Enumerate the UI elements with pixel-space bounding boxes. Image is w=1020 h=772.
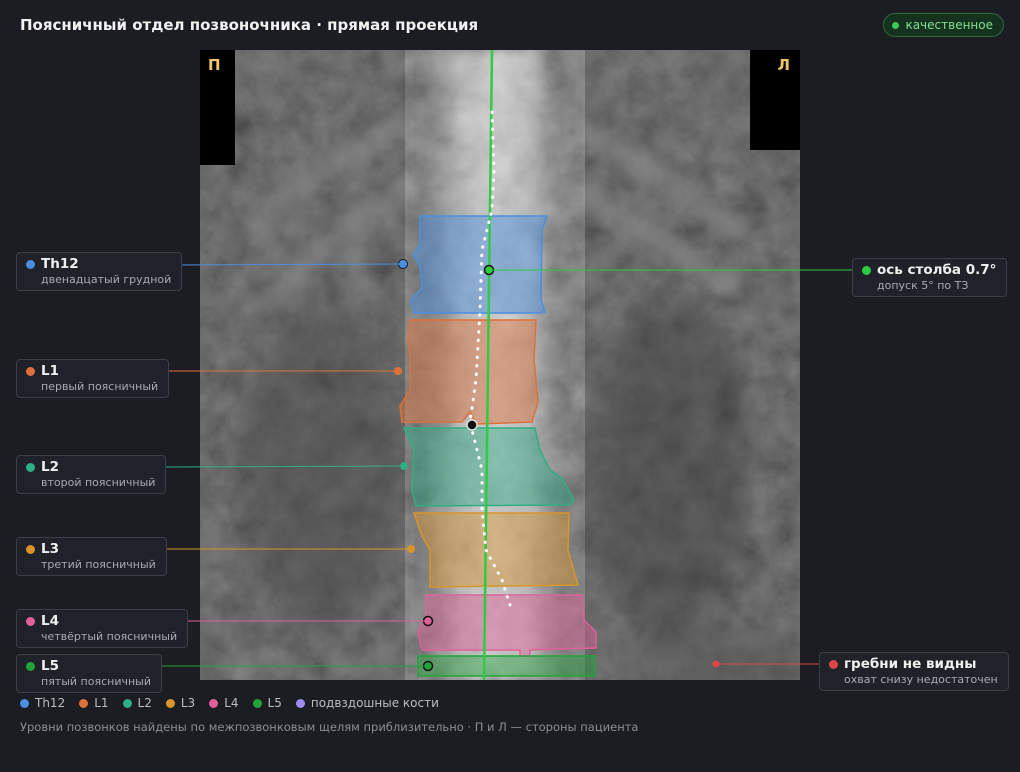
vertebra-card-description: пятый поясничный (41, 675, 151, 688)
l3-color-dot-icon (26, 544, 35, 554)
vertebra-card-label: L2 (41, 459, 59, 475)
th12-color-dot-icon (26, 259, 35, 269)
l4-legend-dot-icon (209, 698, 219, 708)
vertebra-card-label: L3 (41, 541, 59, 557)
vertebra-card-label: L1 (41, 363, 59, 379)
legend-item-l5[interactable]: L5 (252, 696, 282, 710)
vertebra-card-description: четвёртый поясничный (41, 630, 178, 643)
legend-item-label: L5 (267, 696, 282, 710)
vertebra-card-l2[interactable]: L2 второй поясничный (16, 455, 167, 494)
vertebra-card-l4[interactable]: L4 четвёртый поясничный (16, 609, 189, 648)
vertebra-card-th12[interactable]: Th12 двенадцатый грудной (16, 252, 183, 291)
legend-item-label: Th12 (35, 696, 66, 710)
vertebra-card-description: двенадцатый грудной (41, 273, 172, 286)
legend-item-l3[interactable]: L3 (165, 696, 196, 710)
iliac-color-dot-icon (829, 659, 838, 669)
vertebra-card-l1[interactable]: L1 первый поясничный (16, 359, 170, 398)
footnote: Уровни позвонков найдены по межпозвонков… (20, 720, 639, 734)
l1-legend-dot-icon (79, 698, 89, 708)
color-legend: Th12 L1 L2 L3 L4 L5 подвздошные кости (20, 696, 439, 710)
iliac-legend-dot-icon (295, 698, 305, 708)
legend-item-l4[interactable]: L4 (209, 696, 239, 710)
vertebra-card-label: L4 (41, 613, 59, 629)
legend-item-label: L3 (180, 696, 196, 710)
legend-item-label: L1 (94, 696, 109, 710)
legend-item-l1[interactable]: L1 (79, 696, 109, 710)
vertebra-card-l5[interactable]: L5 пятый поясничный (16, 654, 162, 693)
l2-color-dot-icon (26, 462, 35, 472)
l5-color-dot-icon (26, 661, 35, 671)
legend-item-label: L4 (224, 696, 239, 710)
vertebra-card-description: второй поясничный (41, 476, 156, 489)
legend-item-th12[interactable]: Th12 (20, 696, 65, 710)
vertebra-card-description: первый поясничный (41, 380, 159, 393)
axis-color-dot-icon (862, 265, 871, 275)
vertebra-card-l3[interactable]: L3 третий поясничный (16, 537, 167, 576)
l3-legend-dot-icon (165, 698, 175, 708)
iliac-crest-note: охват снизу недостаточен (844, 673, 998, 686)
l4-color-dot-icon (26, 616, 35, 626)
vertebra-card-label: L5 (41, 658, 59, 674)
vertebra-card-description: третий поясничный (41, 558, 156, 571)
legend-item-iliac[interactable]: подвздошные кости (295, 696, 439, 710)
vertebra-card-label: Th12 (41, 256, 79, 272)
th12-legend-dot-icon (20, 698, 29, 708)
l2-legend-dot-icon (122, 698, 132, 708)
axis-tolerance-note: допуск 5° по ТЗ (877, 279, 969, 292)
legend-item-label: L2 (137, 696, 152, 710)
axis-angle-label: ось столба 0.7° (877, 262, 997, 278)
legend-item-label: подвздошные кости (310, 696, 439, 710)
l1-color-dot-icon (26, 366, 35, 376)
iliac-crest-label: гребни не видны (844, 656, 977, 672)
legend-item-l2[interactable]: L2 (122, 696, 152, 710)
l5-legend-dot-icon (252, 698, 262, 708)
iliac-crest-card[interactable]: гребни не видны охват снизу недостаточен (819, 652, 1009, 691)
axis-angle-card[interactable]: ось столба 0.7° допуск 5° по ТЗ (852, 258, 1008, 297)
